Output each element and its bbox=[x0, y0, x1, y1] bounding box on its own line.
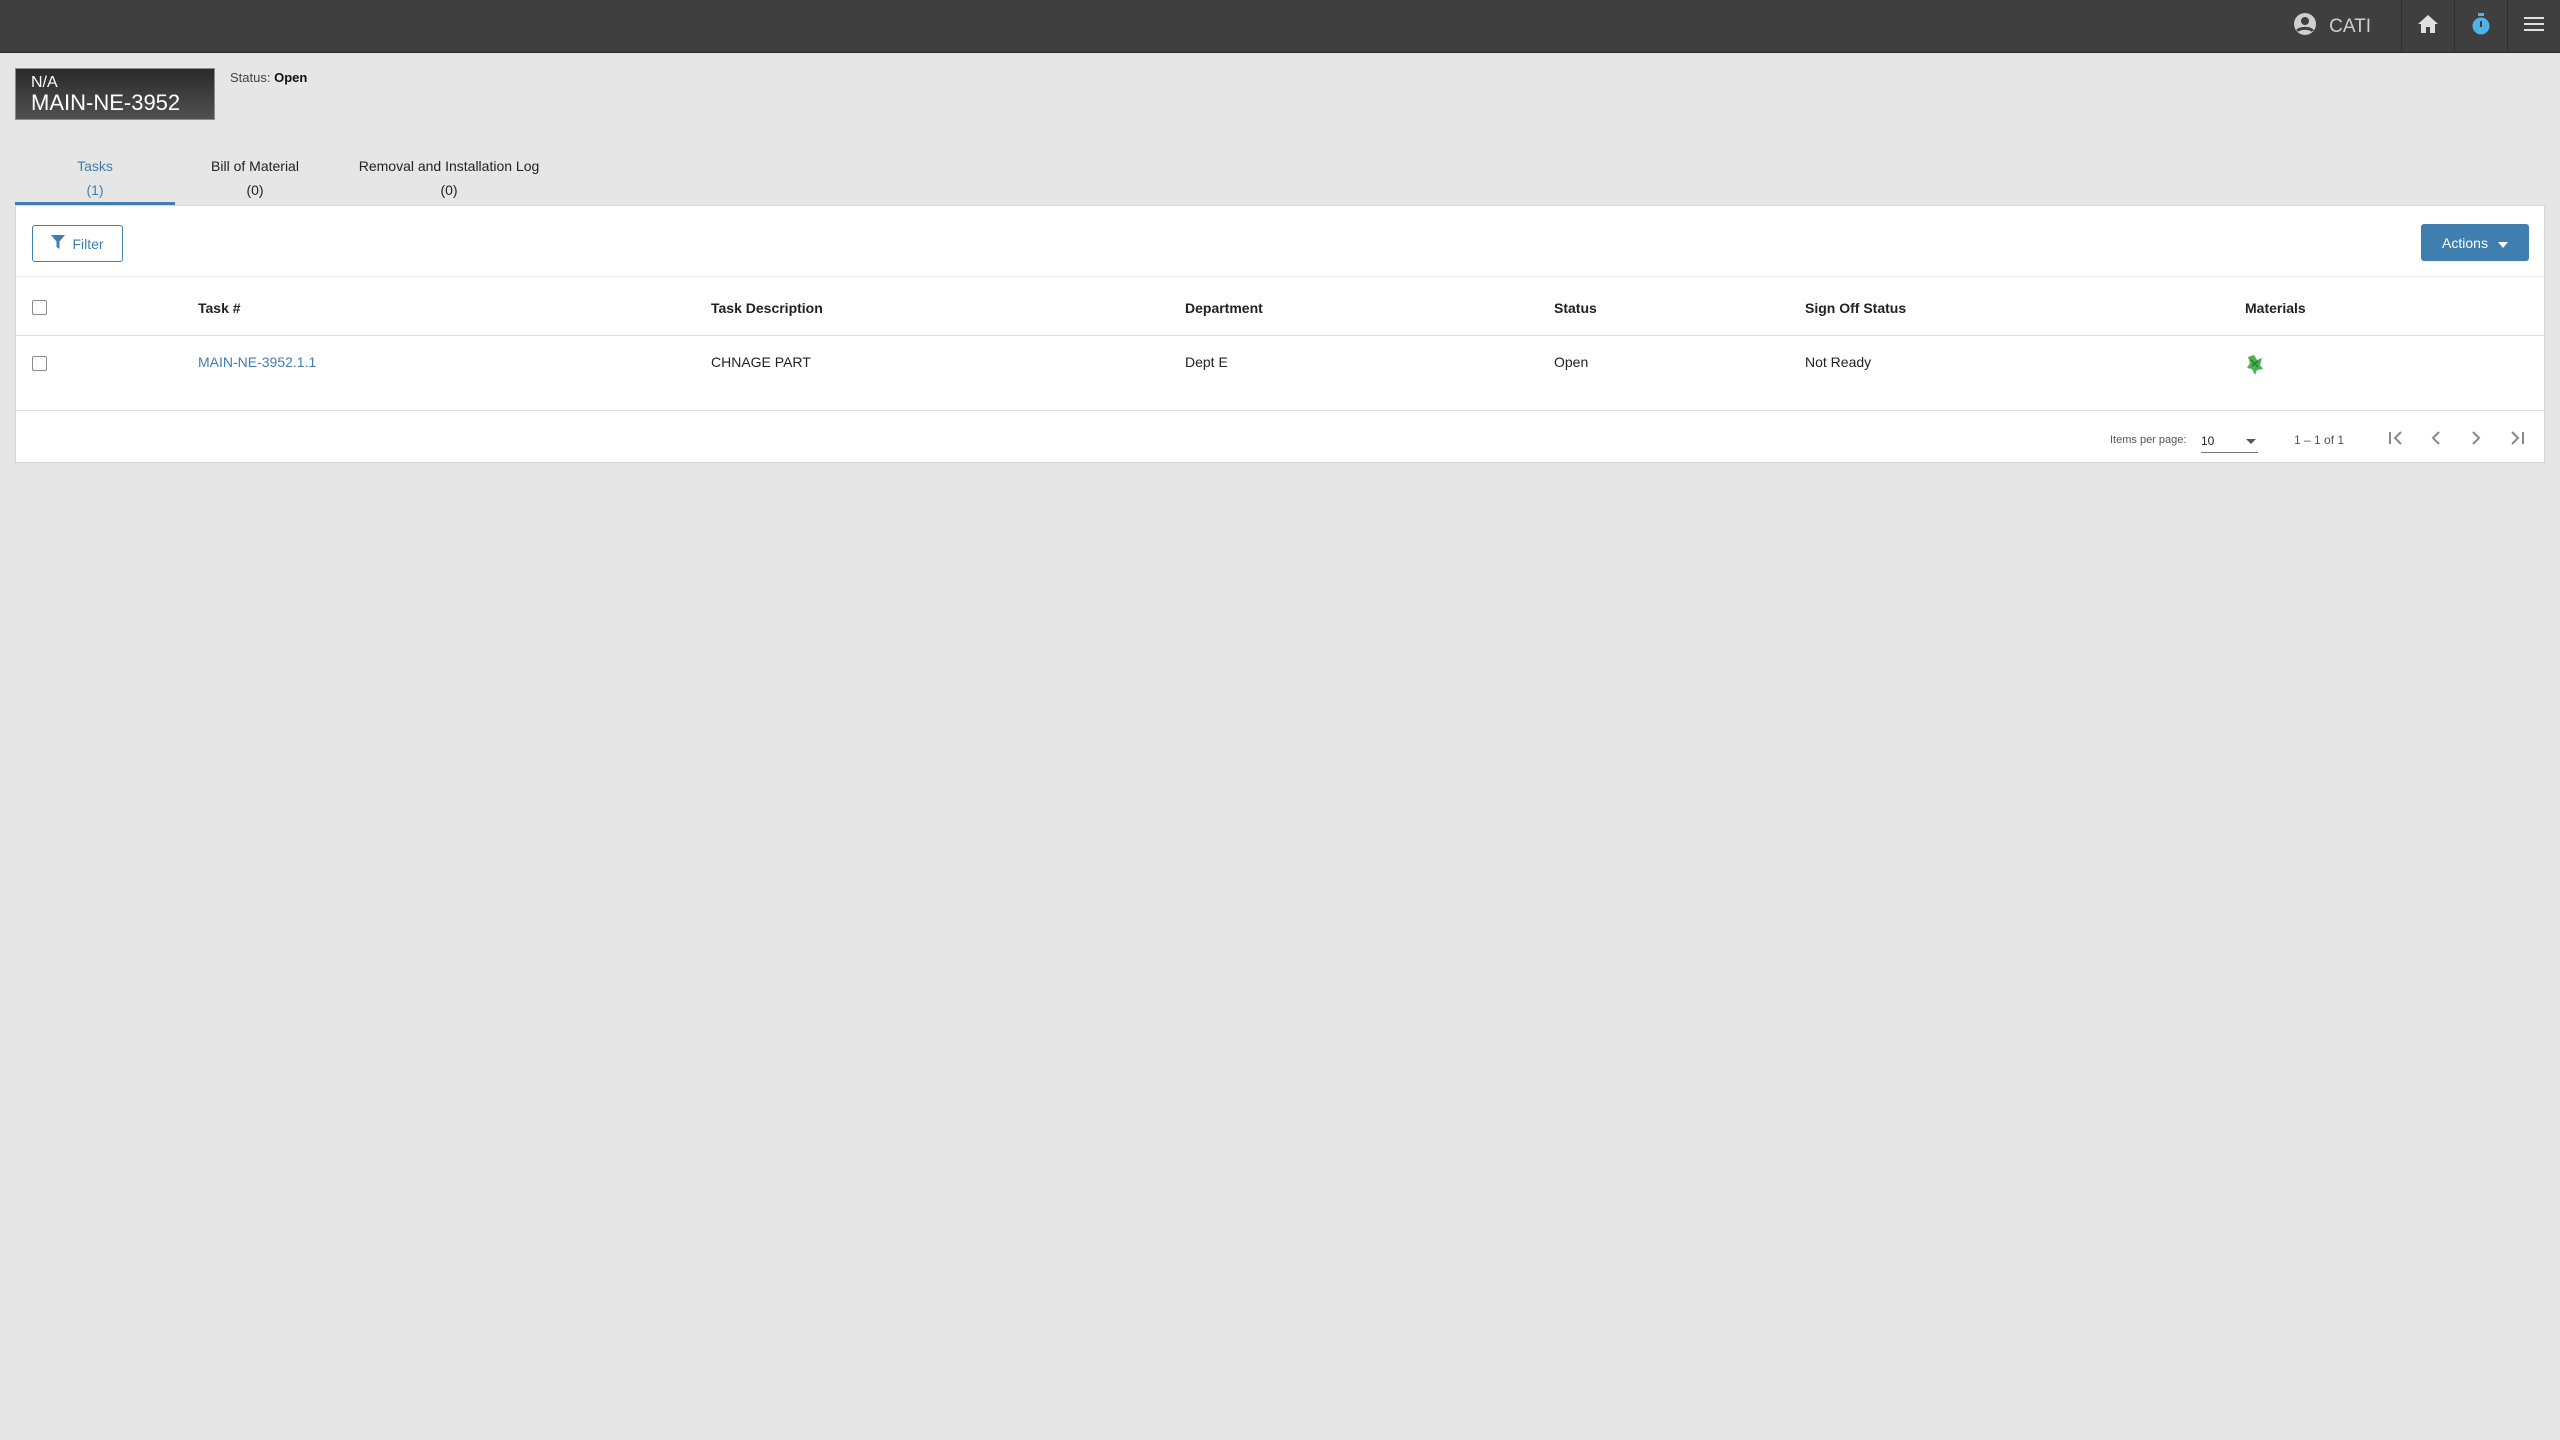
column-header-task-description[interactable]: Task Description bbox=[711, 300, 823, 316]
column-header-status[interactable]: Status bbox=[1554, 300, 1597, 316]
select-all-checkbox[interactable] bbox=[32, 300, 47, 315]
tasks-panel: Filter Actions Task # Task Description D… bbox=[15, 205, 2545, 463]
record-tabs: Tasks (1) Bill of Material (0) Removal a… bbox=[15, 148, 563, 205]
status-value: Open bbox=[274, 70, 308, 85]
topbar-actions: CATI bbox=[2293, 0, 2560, 53]
task-number-link[interactable]: MAIN-NE-3952.1.1 bbox=[198, 354, 316, 370]
page-range-label: 1 – 1 of 1 bbox=[2294, 433, 2345, 447]
items-per-page-value: 10 bbox=[2201, 434, 2215, 448]
main-menu-button[interactable] bbox=[2507, 0, 2560, 53]
tab-label: Bill of Material bbox=[211, 158, 299, 174]
column-header-materials[interactable]: Materials bbox=[2245, 300, 2306, 316]
tab-removal-installation-log[interactable]: Removal and Installation Log (0) bbox=[335, 148, 563, 205]
task-sign-off-status: Not Ready bbox=[1805, 354, 1872, 370]
home-button[interactable] bbox=[2401, 0, 2454, 53]
task-description: CHNAGE PART bbox=[711, 354, 811, 370]
filter-icon bbox=[51, 235, 66, 252]
user-menu[interactable]: CATI bbox=[2293, 0, 2401, 53]
filter-button[interactable]: Filter bbox=[32, 225, 123, 262]
row-checkbox[interactable] bbox=[32, 356, 47, 371]
column-header-sign-off-status[interactable]: Sign Off Status bbox=[1805, 300, 1906, 316]
items-per-page-select[interactable]: 10 bbox=[2201, 429, 2258, 453]
paginator: Items per page: 10 1 – 1 of 1 bbox=[16, 412, 2544, 464]
tab-label: Tasks bbox=[77, 158, 113, 174]
account-circle-icon bbox=[2293, 12, 2317, 42]
tab-label: Removal and Installation Log bbox=[358, 158, 540, 174]
materials-status-icon[interactable] bbox=[2245, 352, 2265, 379]
first-page-button[interactable] bbox=[2382, 424, 2412, 454]
dropdown-arrow-icon bbox=[2246, 439, 2256, 444]
tab-tasks[interactable]: Tasks (1) bbox=[15, 148, 175, 205]
task-department: Dept E bbox=[1185, 354, 1228, 370]
record-badge: N/A MAIN-NE-3952 bbox=[15, 68, 215, 120]
actions-label: Actions bbox=[2442, 234, 2488, 251]
task-status: Open bbox=[1554, 354, 1589, 370]
table-row: MAIN-NE-3952.1.1 CHNAGE PART Dept E Open… bbox=[16, 336, 2544, 411]
timer-button[interactable] bbox=[2454, 0, 2507, 53]
next-page-button[interactable] bbox=[2461, 424, 2491, 454]
column-header-department[interactable]: Department bbox=[1185, 300, 1263, 316]
items-per-page-label: Items per page: bbox=[2110, 434, 2187, 446]
home-icon bbox=[2417, 14, 2439, 39]
last-page-button[interactable] bbox=[2501, 424, 2531, 454]
tab-count: (1) bbox=[86, 182, 104, 198]
status-label: Status: bbox=[230, 70, 271, 85]
user-name: CATI bbox=[2329, 15, 2371, 37]
tab-count: (0) bbox=[440, 182, 458, 198]
record-subtitle: N/A bbox=[31, 74, 58, 91]
filter-label: Filter bbox=[72, 235, 104, 252]
actions-button[interactable]: Actions bbox=[2421, 224, 2529, 261]
tab-bill-of-material[interactable]: Bill of Material (0) bbox=[175, 148, 335, 205]
column-header-task-no[interactable]: Task # bbox=[198, 300, 241, 316]
chevron-right-icon bbox=[2471, 430, 2481, 448]
table-header-row: Task # Task Description Department Statu… bbox=[16, 276, 2544, 336]
chevron-down-icon bbox=[2497, 235, 2508, 251]
previous-page-button[interactable] bbox=[2421, 424, 2451, 454]
record-id: MAIN-NE-3952 bbox=[31, 90, 181, 115]
chevron-left-icon bbox=[2431, 430, 2441, 448]
tab-count: (0) bbox=[246, 182, 264, 198]
record-status: Status: Open bbox=[230, 70, 307, 85]
last-page-icon bbox=[2508, 430, 2524, 448]
timer-icon bbox=[2471, 13, 2491, 40]
top-app-bar: CATI bbox=[0, 0, 2560, 53]
first-page-icon bbox=[2389, 430, 2405, 448]
menu-icon bbox=[2524, 16, 2544, 37]
